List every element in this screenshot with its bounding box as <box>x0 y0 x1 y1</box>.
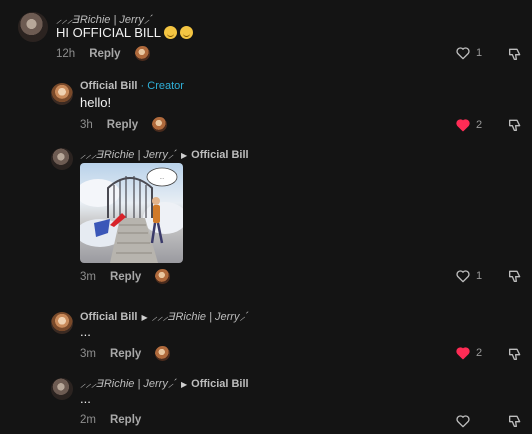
comment-meta: 2m Reply <box>80 414 141 426</box>
timestamp: 3m <box>80 270 96 283</box>
creator-reaction-avatar <box>155 269 171 284</box>
author-name[interactable]: Official Bill <box>80 80 137 92</box>
comment-text: hello! <box>80 95 112 110</box>
comment-meta: 3m Reply <box>80 346 171 361</box>
timestamp: 12h <box>56 47 76 60</box>
heart-icon <box>456 347 470 360</box>
reply-button[interactable]: Reply <box>110 271 141 283</box>
avatar[interactable] <box>18 12 48 42</box>
heart-icon <box>456 119 470 132</box>
comment-text-content: HI OFFICIAL BILL <box>56 25 161 40</box>
like-count: 1 <box>476 270 483 282</box>
timestamp: 2m <box>80 414 96 426</box>
reply-target[interactable]: Official Bill <box>191 149 248 161</box>
comment-meta: 3h Reply <box>80 117 168 132</box>
heart-icon <box>456 47 470 60</box>
thumbs-down-icon[interactable] <box>507 117 523 133</box>
reply-target[interactable]: Official Bill <box>191 378 248 390</box>
creator-reaction-avatar <box>152 117 168 132</box>
heart-icon <box>456 415 470 428</box>
reply-arrow-icon: ▶ <box>180 151 188 160</box>
heaven-gate-picture: ... <box>80 167 183 263</box>
comment-text: ... <box>80 324 91 339</box>
comment-meta: 12h Reply <box>56 46 150 61</box>
reply-button[interactable]: Reply <box>110 414 141 426</box>
comment-author[interactable]: Official Bill · Creator <box>80 80 184 92</box>
thumbs-down-icon[interactable] <box>507 413 523 429</box>
attached-image[interactable]: ... <box>80 163 183 263</box>
author-name[interactable]: ⸝⸝⸝ƎRichie | Jerry⸝´ <box>80 149 177 161</box>
timestamp: 3m <box>80 347 96 360</box>
like-button[interactable]: 1 <box>455 268 482 284</box>
like-count: 2 <box>476 347 483 359</box>
smile-emoji-icon <box>164 26 177 39</box>
like-button[interactable]: 2 <box>455 345 482 361</box>
comment-author[interactable]: ⸝⸝⸝ƎRichie | Jerry⸝´ ▶ Official Bill <box>80 147 249 162</box>
smile-emoji-icon <box>180 26 193 39</box>
avatar[interactable] <box>51 83 73 105</box>
comment-author[interactable]: ⸝⸝⸝ƎRichie | Jerry⸝´ ▶ Official Bill <box>80 376 249 391</box>
comment-text: HI OFFICIAL BILL <box>56 25 193 40</box>
reply-button[interactable]: Reply <box>110 348 141 360</box>
like-count: 1 <box>476 47 483 59</box>
comment-author[interactable]: Official Bill ▶ ⸝⸝⸝ƎRichie | Jerry⸝´ <box>80 309 249 324</box>
reply-arrow-icon: ▶ <box>180 380 188 389</box>
reply-button[interactable]: Reply <box>89 48 120 60</box>
creator-badge: · Creator <box>140 80 184 92</box>
heart-icon <box>456 270 470 283</box>
like-button[interactable]: 1 <box>455 45 482 61</box>
creator-reaction-avatar <box>155 346 171 361</box>
avatar[interactable] <box>51 378 73 400</box>
timestamp: 3h <box>80 118 93 131</box>
comment-meta: 3m Reply <box>80 269 171 284</box>
creator-reaction-avatar <box>134 46 150 61</box>
comment-text: ... <box>80 391 91 406</box>
like-button[interactable] <box>455 413 476 429</box>
reply-target[interactable]: ⸝⸝⸝ƎRichie | Jerry⸝´ <box>152 311 249 323</box>
thumbs-down-icon[interactable] <box>507 346 523 362</box>
like-button[interactable]: 2 <box>455 117 482 133</box>
thumbs-down-icon[interactable] <box>507 268 523 284</box>
author-name[interactable]: ⸝⸝⸝ƎRichie | Jerry⸝´ <box>80 378 177 390</box>
avatar[interactable] <box>51 148 73 170</box>
author-name[interactable]: Official Bill <box>80 311 137 323</box>
avatar[interactable] <box>51 312 73 334</box>
speech-bubble-text: ... <box>160 175 164 181</box>
reply-arrow-icon: ▶ <box>141 313 148 322</box>
like-count: 2 <box>476 119 483 131</box>
thumbs-down-icon[interactable] <box>507 46 523 62</box>
reply-button[interactable]: Reply <box>107 119 138 131</box>
